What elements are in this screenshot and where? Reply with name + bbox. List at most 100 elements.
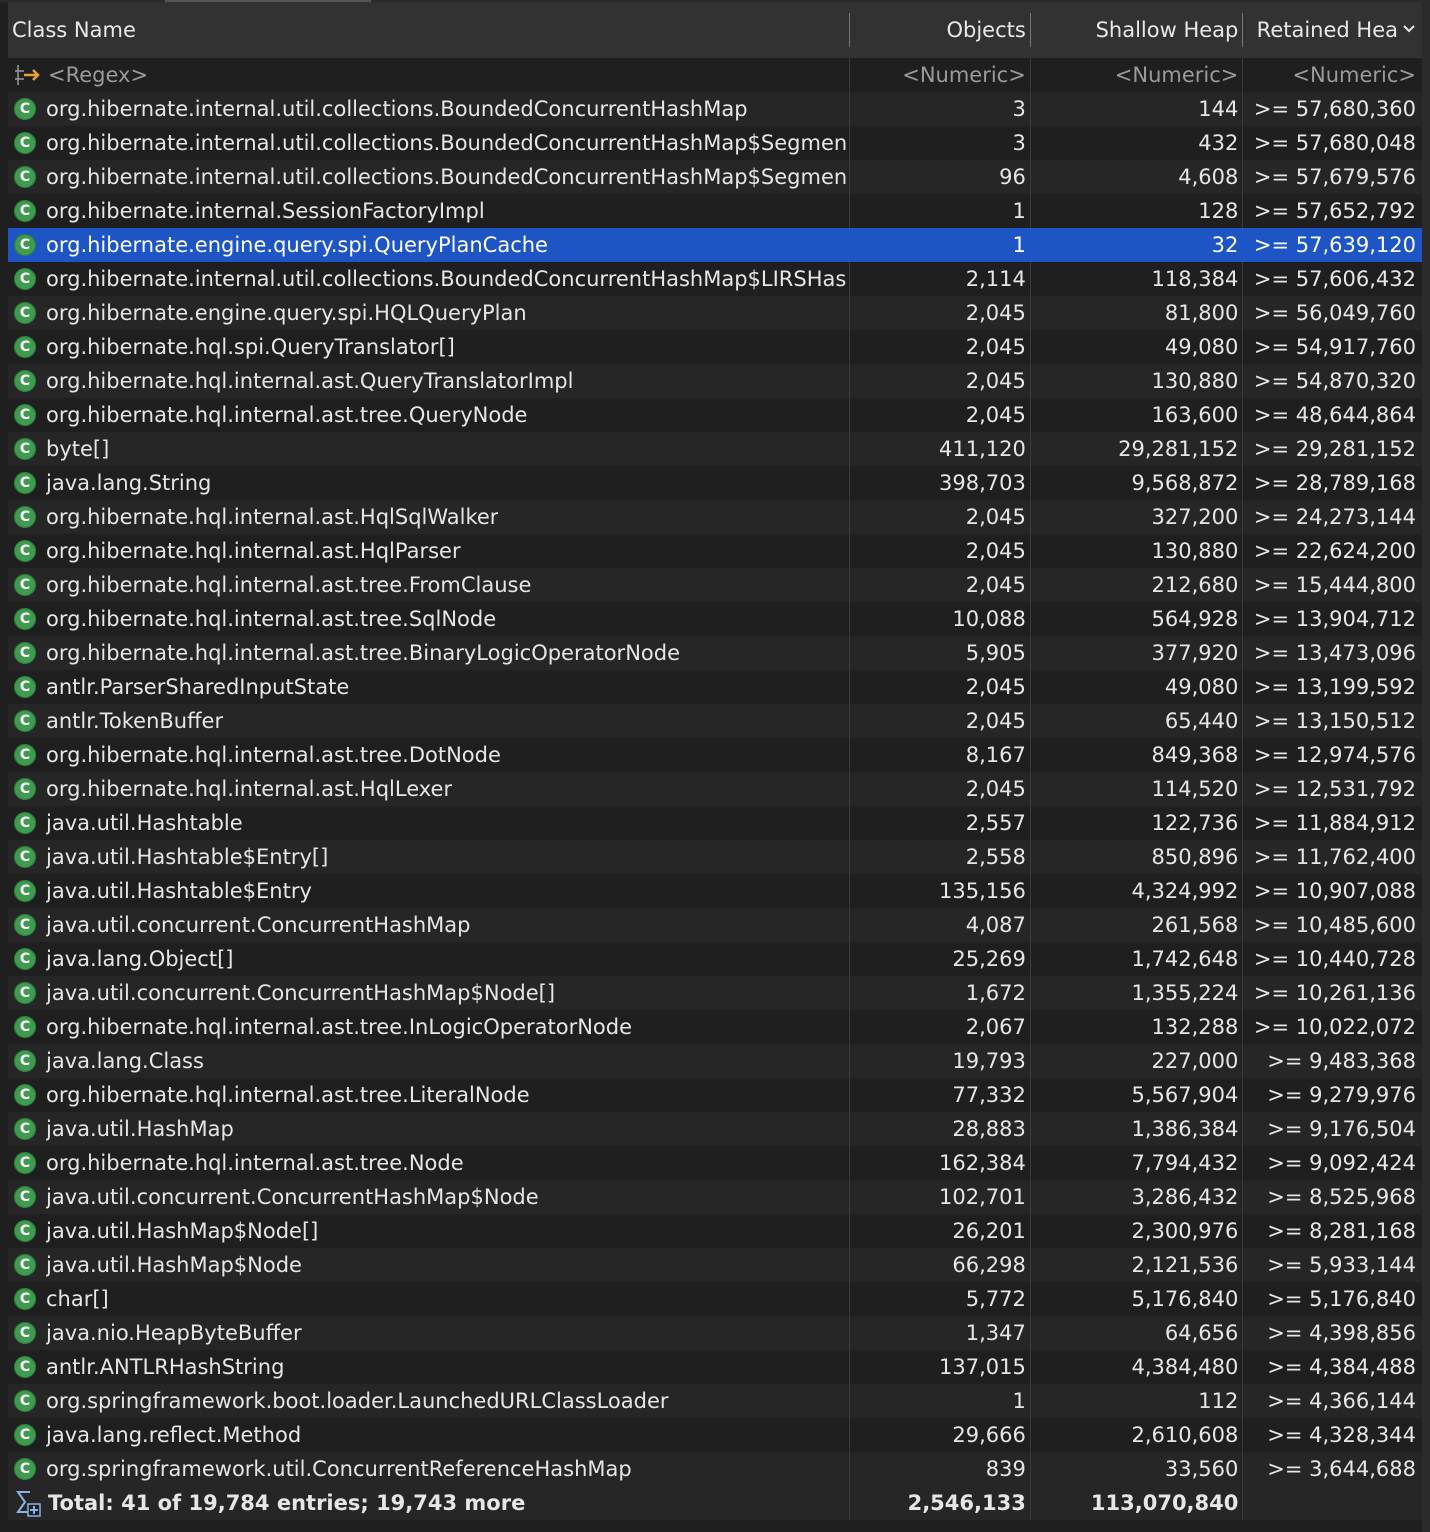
table-row[interactable]: Cjava.util.concurrent.ConcurrentHashMap$… (8, 976, 1422, 1010)
table-row[interactable]: Corg.hibernate.internal.util.collections… (8, 92, 1422, 126)
retained-heap-cell: >= 57,680,360 (1253, 97, 1416, 121)
class-icon: C (14, 370, 36, 392)
class-name: org.hibernate.engine.query.spi.QueryPlan… (46, 233, 548, 257)
table-row[interactable]: Cjava.util.Hashtable$Entry[] 2,558 850,896… (8, 840, 1422, 874)
regex-filter-icon (14, 63, 42, 87)
table-row[interactable]: Corg.hibernate.hql.internal.ast.QueryTra… (8, 364, 1422, 398)
shallow-heap-cell: 29,281,152 (1118, 437, 1239, 461)
shallow-heap-cell: 2,121,536 (1131, 1253, 1239, 1277)
objects-cell: 1 (1012, 199, 1026, 223)
table-row[interactable]: Cjava.util.Hashtable$Entry 135,156 4,324,9… (8, 874, 1422, 908)
objects-cell: 2,045 (965, 403, 1026, 427)
table-row[interactable]: Corg.hibernate.hql.internal.ast.tree.Que… (8, 398, 1422, 432)
table-row[interactable]: Cantlr.ANTLRHashString 137,015 4,384,480 >=… (8, 1350, 1422, 1384)
table-row[interactable]: Corg.hibernate.internal.SessionFactoryIm… (8, 194, 1422, 228)
table-row[interactable]: Corg.hibernate.hql.internal.ast.tree.Sql… (8, 602, 1422, 636)
table-row[interactable]: Corg.hibernate.engine.query.spi.HQLQuery… (8, 296, 1422, 330)
class-name-cell: Cjava.nio.HeapByteBuffer (8, 1316, 849, 1350)
objects-cell: 2,045 (965, 369, 1026, 393)
total-objects: 2,546,133 (907, 1491, 1026, 1515)
table-row[interactable]: Corg.hibernate.hql.internal.ast.HqlParse… (8, 534, 1422, 568)
table-row[interactable]: Corg.hibernate.hql.spi.QueryTranslator[]… (8, 330, 1422, 364)
shallow-heap-cell: 122,736 (1151, 811, 1239, 835)
table-row[interactable]: Corg.hibernate.internal.util.collections… (8, 126, 1422, 160)
class-name: java.util.concurrent.ConcurrentHashMap$N… (46, 1185, 539, 1209)
class-icon: C (14, 948, 36, 970)
retained-heap-cell: >= 13,904,712 (1253, 607, 1416, 631)
vertical-scrollbar[interactable] (1422, 0, 1430, 1532)
table-row[interactable]: Cantlr.ParserSharedInputState 2,045 49,080… (8, 670, 1422, 704)
table-row[interactable]: Cjava.util.HashMap$Node[] 26,201 2,300,976… (8, 1214, 1422, 1248)
table-row[interactable]: Cjava.util.HashMap 28,883 1,386,384 >= 9,17… (8, 1112, 1422, 1146)
table-row[interactable]: Cjava.util.concurrent.ConcurrentHashMap 4… (8, 908, 1422, 942)
table-row[interactable]: Cjava.lang.Class 19,793 227,000 >= 9,483,36… (8, 1044, 1422, 1078)
table-row[interactable]: Corg.hibernate.hql.internal.ast.tree.Nod… (8, 1146, 1422, 1180)
class-name-cell: Corg.hibernate.hql.internal.ast.tree.Sql… (8, 602, 849, 636)
table-row[interactable]: Corg.hibernate.hql.internal.ast.HqlSqlWa… (8, 500, 1422, 534)
table-row[interactable]: Cjava.util.Hashtable 2,557 122,736 >= 11,88… (8, 806, 1422, 840)
table-row[interactable]: Corg.hibernate.internal.util.collections… (8, 262, 1422, 296)
class-name: org.hibernate.internal.util.collections.… (46, 267, 847, 291)
objects-cell: 398,703 (938, 471, 1026, 495)
class-icon: C (14, 846, 36, 868)
table-row[interactable]: Corg.hibernate.hql.internal.ast.HqlLexer… (8, 772, 1422, 806)
table-row[interactable]: Cbyte[] 411,120 29,281,152 >= 29,281,152 (8, 432, 1422, 466)
table-row[interactable]: Cjava.util.concurrent.ConcurrentHashMap$… (8, 1180, 1422, 1214)
objects-cell: 1 (1012, 1389, 1026, 1413)
class-icon: C (14, 1220, 36, 1242)
retained-heap-cell: >= 57,639,120 (1253, 233, 1416, 257)
class-name-cell: Corg.hibernate.hql.spi.QueryTranslator[] (8, 330, 849, 364)
shallow-heap-cell: 1,742,648 (1131, 947, 1239, 971)
table-row[interactable]: Cantlr.TokenBuffer 2,045 65,440 >= 13,150,5… (8, 704, 1422, 738)
class-name: org.hibernate.hql.internal.ast.tree.From… (46, 573, 532, 597)
shallow-heap-cell: 1,386,384 (1131, 1117, 1239, 1141)
table-row[interactable]: Corg.springframework.util.ConcurrentRefe… (8, 1452, 1422, 1486)
class-icon: C (14, 880, 36, 902)
table-row[interactable]: Corg.springframework.boot.loader.Launche… (8, 1384, 1422, 1418)
table-row[interactable]: Cjava.util.HashMap$Node 66,298 2,121,536 >=… (8, 1248, 1422, 1282)
class-icon: C (14, 1084, 36, 1106)
table-row[interactable]: Corg.hibernate.hql.internal.ast.tree.Bin… (8, 636, 1422, 670)
class-icon: C (14, 1356, 36, 1378)
class-name: antlr.TokenBuffer (46, 709, 224, 733)
table-row[interactable]: Corg.hibernate.engine.query.spi.QueryPla… (8, 228, 1422, 262)
column-header-objects[interactable]: Objects (850, 2, 1030, 58)
shallow-heap-filter-cell[interactable]: <Numeric> (1031, 58, 1243, 92)
class-name: java.lang.String (46, 471, 212, 495)
column-header-retained-heap[interactable]: Retained Hea (1243, 2, 1422, 58)
table-row[interactable]: Cjava.lang.reflect.Method 29,666 2,610,608… (8, 1418, 1422, 1452)
retained-heap-cell: >= 4,366,144 (1267, 1389, 1416, 1413)
retained-heap-cell: >= 57,680,048 (1253, 131, 1416, 155)
objects-cell: 2,045 (965, 539, 1026, 563)
objects-filter-cell[interactable]: <Numeric> (850, 58, 1030, 92)
retained-heap-cell: >= 8,525,968 (1267, 1185, 1416, 1209)
column-header-shallow-heap[interactable]: Shallow Heap (1031, 2, 1243, 58)
class-icon: C (14, 1254, 36, 1276)
table-row[interactable]: Cjava.lang.String 398,703 9,568,872 >= 28,7… (8, 466, 1422, 500)
table-row[interactable]: Corg.hibernate.hql.internal.ast.tree.InL… (8, 1010, 1422, 1044)
column-header-class-name[interactable]: Class Name (8, 2, 849, 58)
table-row[interactable]: Corg.hibernate.hql.internal.ast.tree.Lit… (8, 1078, 1422, 1112)
table-row[interactable]: Cjava.lang.Object[] 25,269 1,742,648 >= 10,… (8, 942, 1422, 976)
table-row[interactable]: Cjava.nio.HeapByteBuffer 1,347 64,656 >= 4,… (8, 1316, 1422, 1350)
regex-filter-cell[interactable]: <Regex> (8, 58, 849, 92)
class-name: org.hibernate.hql.internal.ast.HqlLexer (46, 777, 453, 801)
filter-row: <Regex> <Numeric> <Numeric> <Numeric> (8, 58, 1422, 92)
retained-heap-filter-cell[interactable]: <Numeric> (1243, 58, 1422, 92)
retained-heap-cell: >= 9,279,976 (1267, 1083, 1416, 1107)
total-row: Total: 41 of 19,784 entries; 19,743 more… (8, 1486, 1422, 1520)
class-icon: C (14, 132, 36, 154)
table-row[interactable]: Corg.hibernate.internal.util.collections… (8, 160, 1422, 194)
class-name-cell: Corg.hibernate.internal.util.collections… (8, 126, 849, 160)
class-icon: C (14, 1322, 36, 1344)
table-row[interactable]: Cchar[] 5,772 5,176,840 >= 5,176,840 (8, 1282, 1422, 1316)
shallow-heap-cell: 4,324,992 (1131, 879, 1239, 903)
retained-heap-cell: >= 9,483,368 (1267, 1049, 1416, 1073)
shallow-heap-cell: 112 (1198, 1389, 1239, 1413)
retained-heap-cell: >= 11,762,400 (1253, 845, 1416, 869)
class-name-cell: Corg.hibernate.hql.internal.ast.HqlSqlWa… (8, 500, 849, 534)
table-row[interactable]: Corg.hibernate.hql.internal.ast.tree.Dot… (8, 738, 1422, 772)
class-name-cell: Cjava.util.concurrent.ConcurrentHashMap$… (8, 1180, 849, 1214)
class-name-cell: Corg.springframework.boot.loader.Launche… (8, 1384, 849, 1418)
table-row[interactable]: Corg.hibernate.hql.internal.ast.tree.Fro… (8, 568, 1422, 602)
